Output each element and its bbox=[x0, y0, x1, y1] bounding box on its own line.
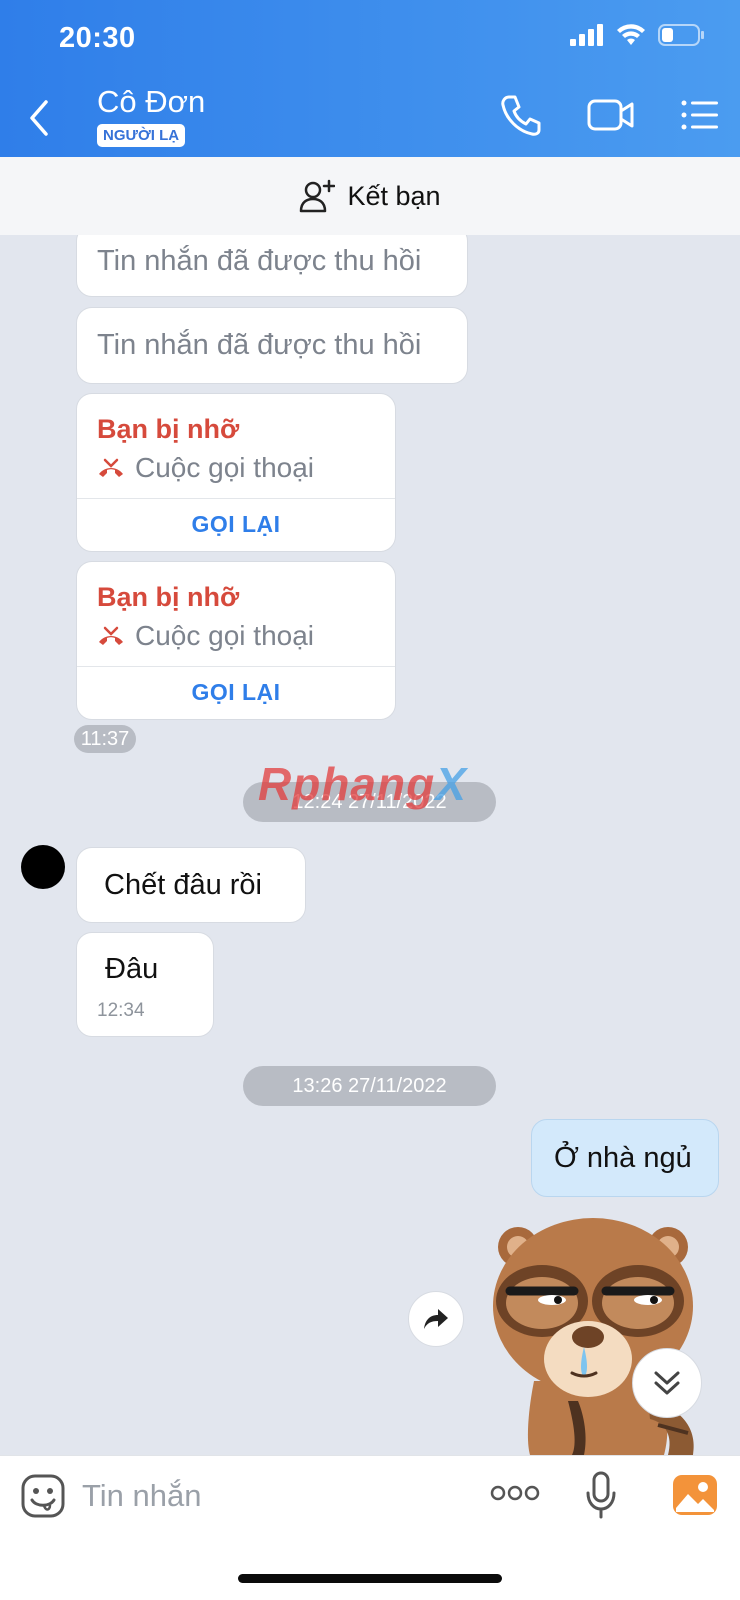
call-type-label: Cuộc gọi thoại bbox=[135, 620, 315, 651]
call-type: Cuộc gọi thoại bbox=[97, 620, 314, 652]
missed-call-icon bbox=[99, 458, 123, 477]
recalled-text: Tin nhắn đã được thu hồi bbox=[97, 244, 422, 277]
wifi-icon bbox=[617, 24, 645, 45]
chevron-double-down-icon bbox=[654, 1371, 680, 1395]
call-back-button[interactable]: GỌI LẠI bbox=[77, 498, 395, 551]
status-icons bbox=[570, 24, 704, 46]
missed-call-icon bbox=[99, 626, 123, 645]
chat-area[interactable]: Tin nhắn đã được thu hồi Tin nhắn đã đượ… bbox=[0, 235, 740, 1455]
message-text: Đâu bbox=[105, 953, 159, 985]
call-type-label: Cuộc gọi thoại bbox=[135, 452, 315, 483]
home-indicator bbox=[238, 1574, 502, 1583]
add-friend-label: Kết bạn bbox=[347, 180, 441, 211]
missed-call-card: Bạn bị nhỡ Cuộc gọi thoại GỌI LẠI bbox=[76, 393, 396, 552]
add-friend-button[interactable]: Kết bạn bbox=[0, 157, 740, 235]
more-icon[interactable] bbox=[490, 1484, 540, 1502]
recalled-text: Tin nhắn đã được thu hồi bbox=[97, 329, 422, 361]
watermark: RphangX bbox=[258, 757, 467, 811]
watermark-text: Rphang bbox=[258, 758, 436, 810]
missed-call-title: Bạn bị nhỡ bbox=[97, 582, 240, 612]
contact-name[interactable]: Cô Đơn bbox=[97, 84, 205, 120]
message-text: Ở nhà ngủ bbox=[554, 1141, 692, 1174]
message-text: Chết đâu rồi bbox=[104, 868, 262, 901]
recalled-message[interactable]: Tin nhắn đã được thu hồi bbox=[76, 307, 468, 384]
call-type: Cuộc gọi thoại bbox=[97, 452, 314, 484]
video-icon[interactable] bbox=[587, 93, 635, 137]
avatar[interactable] bbox=[21, 845, 65, 889]
forward-icon bbox=[424, 1309, 448, 1329]
back-icon[interactable] bbox=[24, 96, 58, 140]
mic-icon[interactable] bbox=[586, 1471, 616, 1519]
emoji-icon[interactable] bbox=[20, 1473, 66, 1519]
missed-call-title: Bạn bị nhỡ bbox=[97, 414, 240, 444]
sent-message[interactable]: Ở nhà ngủ bbox=[531, 1119, 719, 1197]
call-back-button[interactable]: GỌI LẠI bbox=[77, 666, 395, 719]
phone-icon[interactable] bbox=[500, 93, 542, 137]
image-icon[interactable] bbox=[672, 1474, 718, 1516]
watermark-text: X bbox=[435, 758, 467, 810]
signal-icon bbox=[570, 24, 603, 46]
message-time: 11:37 bbox=[74, 725, 136, 753]
forward-button[interactable] bbox=[408, 1291, 464, 1347]
message-input[interactable] bbox=[82, 1474, 382, 1518]
chat-header: 20:30 Cô Đơn NGƯỜI LẠ bbox=[0, 0, 740, 157]
received-message[interactable]: Đâu 12:34 bbox=[76, 932, 214, 1037]
recalled-message[interactable]: Tin nhắn đã được thu hồi bbox=[76, 235, 468, 297]
add-friend-icon bbox=[300, 179, 336, 213]
missed-call-card: Bạn bị nhỡ Cuộc gọi thoại GỌI LẠI bbox=[76, 561, 396, 720]
stranger-badge: NGƯỜI LẠ bbox=[97, 124, 186, 147]
battery-icon bbox=[658, 24, 704, 46]
status-time: 20:30 bbox=[59, 22, 136, 54]
date-separator: 13:26 27/11/2022 bbox=[243, 1066, 496, 1106]
menu-icon[interactable] bbox=[680, 93, 720, 137]
scroll-to-bottom-button[interactable] bbox=[632, 1348, 702, 1418]
message-time: 12:34 bbox=[97, 1000, 145, 1021]
received-message[interactable]: Chết đâu rồi bbox=[76, 847, 306, 923]
